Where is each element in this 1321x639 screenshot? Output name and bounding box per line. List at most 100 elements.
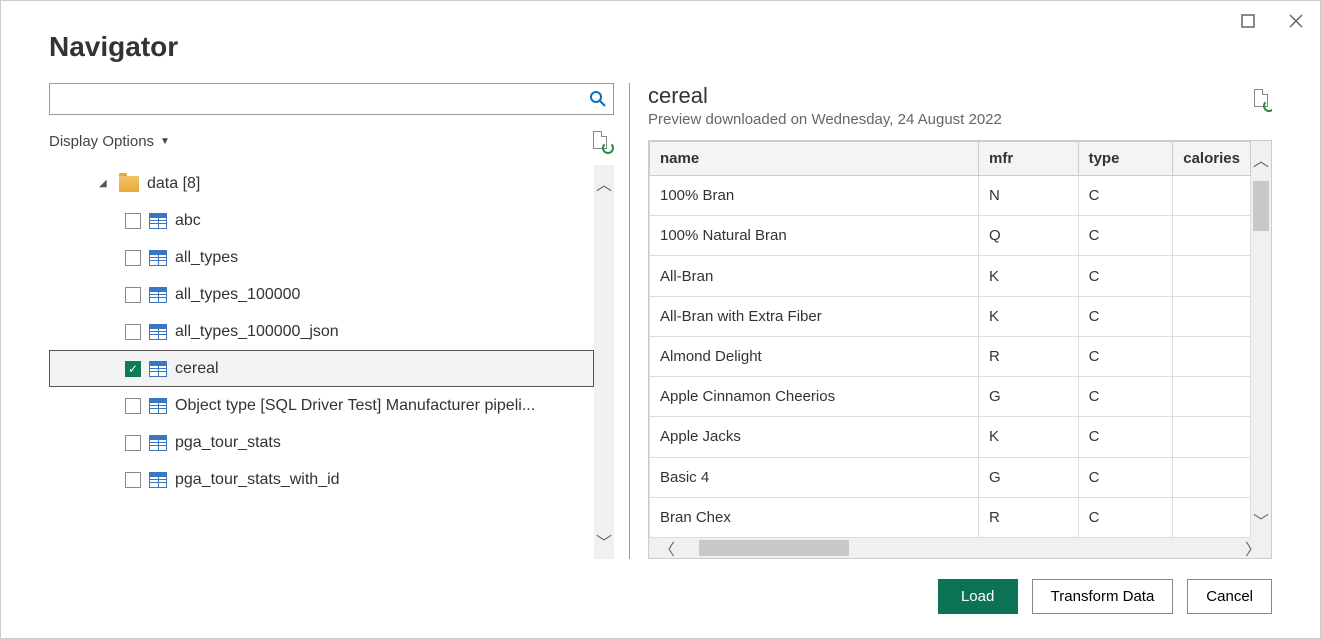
table-icon — [149, 472, 167, 488]
cell-name: All-Bran with Extra Fiber — [650, 296, 979, 336]
grid-horizontal-scrollbar[interactable]: 〈 〉 — [649, 538, 1271, 558]
checkbox[interactable] — [125, 398, 141, 414]
cell-mfr: G — [979, 457, 1079, 497]
checkbox[interactable] — [125, 213, 141, 229]
tree-item-pga-tour-stats-with-id[interactable]: pga_tour_stats_with_id — [49, 461, 594, 498]
tree-item-label: Object type [SQL Driver Test] Manufactur… — [175, 397, 535, 415]
tree-item-all-types[interactable]: all_types — [49, 239, 594, 276]
table-icon — [149, 250, 167, 266]
cell-mfr: R — [979, 336, 1079, 376]
dialog-content: Display Options ▼ ◢data [8] abc all_typesa… — [1, 73, 1320, 559]
cell-mfr: G — [979, 377, 1079, 417]
cell-calories — [1173, 417, 1251, 457]
table-icon — [149, 361, 167, 377]
tree-item-label: all_types — [175, 249, 238, 267]
scroll-up-icon[interactable]: ︿ — [596, 171, 612, 195]
cell-name: Apple Cinnamon Cheerios — [650, 377, 979, 417]
cell-type: C — [1078, 377, 1173, 417]
tree-item-abc[interactable]: abc — [49, 202, 594, 239]
tree-item-label: all_types_100000 — [175, 286, 300, 304]
scroll-down-icon[interactable]: ﹀ — [596, 529, 612, 553]
table-row[interactable]: 100% Natural BranQC — [650, 216, 1251, 256]
close-button[interactable] — [1282, 7, 1310, 35]
cell-calories — [1173, 216, 1251, 256]
transform-data-button[interactable]: Transform Data — [1032, 579, 1174, 614]
column-header-name[interactable]: name — [650, 142, 979, 176]
load-button[interactable]: Load — [938, 579, 1018, 614]
data-grid: namemfrtypecalories100% BranNC100% Natur… — [648, 140, 1272, 559]
table-row[interactable]: Basic 4GC — [650, 457, 1251, 497]
checkbox[interactable] — [125, 287, 141, 303]
cell-name: Almond Delight — [650, 336, 979, 376]
checkbox[interactable] — [125, 250, 141, 266]
scroll-right-icon[interactable]: 〉 — [1245, 536, 1261, 559]
table-row[interactable]: 100% BranNC — [650, 176, 1251, 216]
panel-divider — [629, 83, 630, 559]
tree-item-label: pga_tour_stats — [175, 434, 281, 452]
tree-item-label: all_types_100000_json — [175, 323, 339, 341]
cell-mfr: R — [979, 497, 1079, 537]
maximize-button[interactable] — [1234, 7, 1262, 35]
table-icon — [149, 213, 167, 229]
scroll-thumb[interactable] — [699, 540, 849, 556]
tree-scrollbar[interactable]: ︿ ﹀ — [594, 165, 614, 559]
document-refresh-icon — [593, 131, 611, 151]
tree-item-object-type-sql-driver-test-manufacturer-pipeli[interactable]: Object type [SQL Driver Test] Manufactur… — [49, 387, 594, 424]
cell-type: C — [1078, 497, 1173, 537]
column-header-calories[interactable]: calories — [1173, 142, 1251, 176]
table-row[interactable]: Bran ChexRC — [650, 497, 1251, 537]
table-row[interactable]: Almond DelightRC — [650, 336, 1251, 376]
preview-table: namemfrtypecalories100% BranNC100% Natur… — [649, 141, 1251, 538]
expander-icon[interactable]: ◢ — [99, 178, 111, 189]
column-header-mfr[interactable]: mfr — [979, 142, 1079, 176]
cell-name: Bran Chex — [650, 497, 979, 537]
tree-item-pga-tour-stats[interactable]: pga_tour_stats — [49, 424, 594, 461]
scroll-left-icon[interactable]: 〈 — [659, 536, 675, 559]
checkbox[interactable] — [125, 435, 141, 451]
tree-item-all-types-100000-json[interactable]: all_types_100000_json — [49, 313, 594, 350]
cell-name: Basic 4 — [650, 457, 979, 497]
dialog-header: Navigator — [1, 1, 1320, 73]
table-icon — [149, 287, 167, 303]
cell-calories — [1173, 296, 1251, 336]
tree-item-label: cereal — [175, 360, 219, 378]
tree-item-all-types-100000[interactable]: all_types_100000 — [49, 276, 594, 313]
tree-item-label: abc — [175, 212, 201, 230]
cell-calories — [1173, 336, 1251, 376]
tree-view: ◢data [8] abc all_types all_types_100000all… — [49, 165, 614, 559]
preview-subtitle: Preview downloaded on Wednesday, 24 Augu… — [648, 111, 1002, 128]
search-icon[interactable] — [583, 84, 613, 114]
titlebar — [1224, 1, 1320, 41]
scroll-up-icon[interactable]: ︿ — [1253, 147, 1269, 171]
tree-item-cereal[interactable]: ✓ cereal — [49, 350, 594, 387]
checkbox[interactable] — [125, 324, 141, 340]
grid-vertical-scrollbar[interactable]: ︿ ﹀ — [1251, 141, 1271, 538]
right-panel: cereal Preview downloaded on Wednesday, … — [648, 83, 1272, 559]
cell-name: 100% Natural Bran — [650, 216, 979, 256]
search-box — [49, 83, 614, 115]
scroll-down-icon[interactable]: ﹀ — [1253, 508, 1269, 532]
scroll-thumb[interactable] — [1253, 181, 1269, 231]
column-header-type[interactable]: type — [1078, 142, 1173, 176]
table-row[interactable]: Apple JacksKC — [650, 417, 1251, 457]
cell-mfr: N — [979, 176, 1079, 216]
checkbox[interactable]: ✓ — [125, 361, 141, 377]
tree-folder-data[interactable]: ◢data [8] — [49, 165, 594, 202]
cell-calories — [1173, 256, 1251, 296]
preview-refresh-button[interactable] — [1254, 83, 1272, 109]
preview-title: cereal — [648, 83, 1002, 109]
cell-calories — [1173, 176, 1251, 216]
cell-type: C — [1078, 417, 1173, 457]
navigator-dialog: Navigator Display Options ▼ — [0, 0, 1321, 639]
table-row[interactable]: All-Bran with Extra FiberKC — [650, 296, 1251, 336]
cancel-button[interactable]: Cancel — [1187, 579, 1272, 614]
checkbox[interactable] — [125, 472, 141, 488]
search-input[interactable] — [50, 87, 583, 111]
refresh-button[interactable] — [590, 129, 614, 153]
display-options-dropdown[interactable]: Display Options ▼ — [49, 133, 170, 150]
table-row[interactable]: All-BranKC — [650, 256, 1251, 296]
cell-mfr: K — [979, 256, 1079, 296]
cell-type: C — [1078, 336, 1173, 376]
cell-type: C — [1078, 256, 1173, 296]
table-row[interactable]: Apple Cinnamon CheeriosGC — [650, 377, 1251, 417]
